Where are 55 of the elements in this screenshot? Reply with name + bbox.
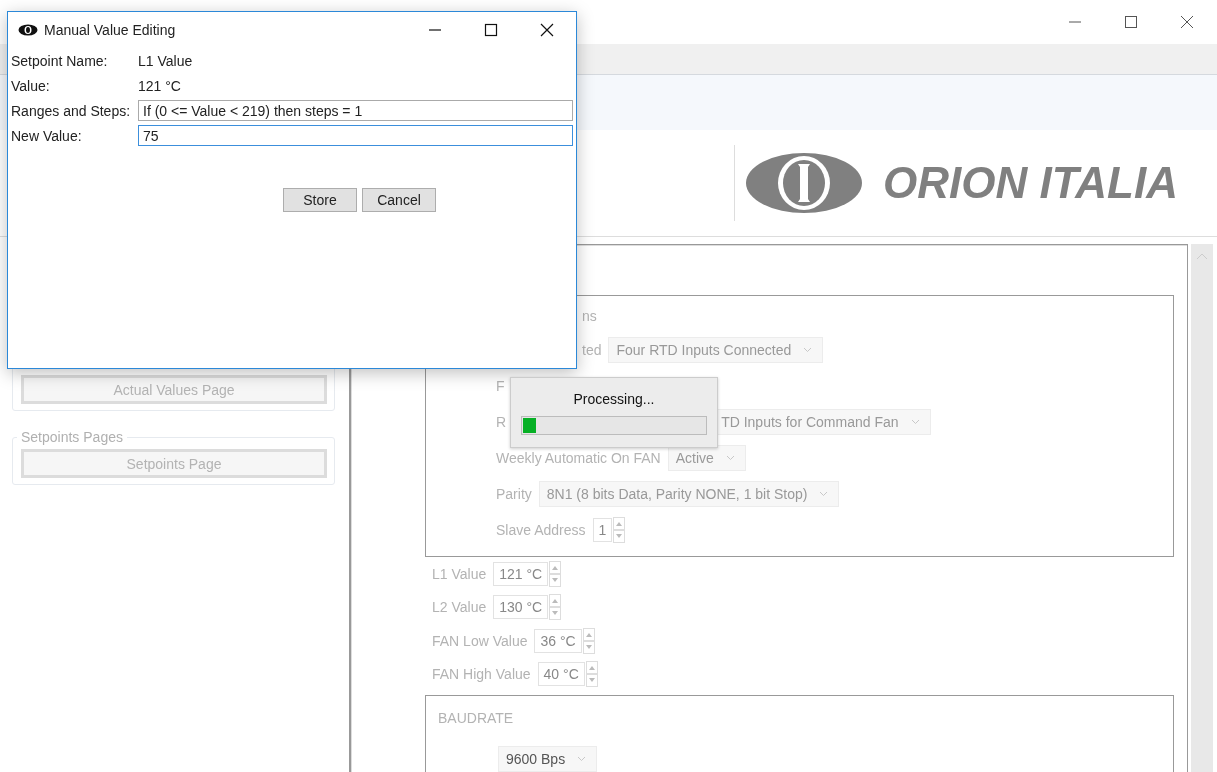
setpoint-label: L2 Value — [432, 599, 487, 616]
input-field[interactable]: If (0 <= Value < 219) then steps = 1 — [138, 100, 573, 121]
setpoint-label: L1 Value — [432, 565, 487, 582]
setting-label: F — [496, 378, 505, 394]
chevron-icon — [803, 347, 813, 353]
scroll-up-icon[interactable] — [1196, 252, 1208, 260]
chevron-icon — [577, 756, 587, 762]
chevron-icon — [910, 419, 920, 425]
dropdown[interactable]: 9600 Bps — [498, 746, 598, 772]
setting-label: R — [496, 414, 507, 430]
number-field[interactable]: 1 — [592, 518, 613, 542]
spinner-arrows-icon[interactable] — [549, 560, 562, 587]
field-label: Setpoint Name: — [11, 52, 109, 69]
group-label: Setpoints Pages — [20, 429, 124, 445]
group-title: ns — [581, 308, 598, 326]
chevron-icon — [819, 491, 829, 497]
eye-icon — [18, 24, 38, 36]
dropdown[interactable]: Active — [667, 445, 746, 471]
setpoint-label: FAN Low Value — [432, 632, 528, 649]
cancel-button[interactable]: Cancel — [362, 188, 436, 212]
number-field[interactable]: 130 °C — [493, 595, 549, 620]
field-label: Value: — [11, 77, 51, 94]
logo-icon — [745, 152, 863, 214]
page-button[interactable]: Actual Values Page — [21, 375, 327, 404]
setting-label: Slave Address — [496, 522, 586, 538]
chevron-icon — [725, 455, 735, 461]
logo-text: ORION ITALIA — [883, 158, 1178, 208]
close-icon[interactable] — [540, 23, 554, 37]
input-field[interactable]: 75 — [138, 125, 573, 146]
status-text: Processing... — [573, 391, 655, 407]
group-title: BAUDRATE — [438, 710, 515, 728]
store-button[interactable]: Store — [283, 188, 357, 212]
spinner-arrows-icon[interactable] — [585, 661, 598, 688]
maximize-icon[interactable] — [484, 23, 498, 37]
field-label: Ranges and Steps: — [11, 102, 132, 119]
window-title: Manual Value Editing — [44, 22, 176, 38]
close-icon[interactable] — [1180, 15, 1194, 29]
maximize-icon[interactable] — [1124, 15, 1138, 29]
field-value: 121 °C — [138, 77, 181, 94]
field-value: L1 Value — [138, 52, 193, 69]
field-label: New Value: — [11, 127, 83, 144]
setting-label: Parity — [496, 486, 532, 502]
spinner-arrows-icon[interactable] — [549, 594, 562, 621]
number-field[interactable]: 36 °C — [534, 628, 582, 653]
spinner-arrows-icon[interactable] — [582, 627, 595, 654]
setpoint-label: FAN High Value — [432, 666, 531, 683]
dropdown[interactable]: Four RTD Inputs Connected — [608, 337, 824, 363]
dropdown[interactable]: 8N1 (8 bits Data, Parity NONE, 1 bit Stop) — [538, 481, 840, 507]
setting-label: Weekly Automatic On FAN — [496, 450, 661, 466]
number-field[interactable]: 40 °C — [537, 662, 585, 687]
scrollbar[interactable] — [1191, 244, 1213, 772]
page-button[interactable]: Setpoints Page — [21, 449, 327, 478]
setting-label: ted — [582, 342, 602, 358]
spinner-arrows-icon[interactable] — [613, 517, 626, 543]
number-field[interactable]: 121 °C — [493, 561, 549, 586]
